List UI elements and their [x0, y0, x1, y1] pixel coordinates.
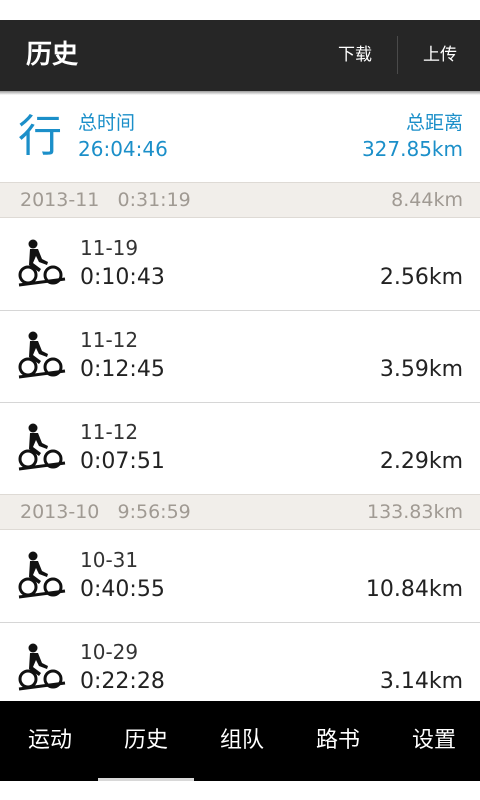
ride-distance: 2.29km — [379, 449, 463, 474]
total-time-label: 总时间 — [78, 112, 136, 134]
month-summary: 2013-11 0:31:19 — [20, 183, 191, 217]
ride-date: 11-12 — [80, 328, 139, 352]
tab-routebook[interactable]: 路书 — [290, 701, 386, 781]
status-bar — [0, 0, 480, 20]
ride-date: 11-19 — [80, 236, 139, 260]
month-distance: 8.44km — [391, 189, 463, 211]
month-header: 2013-10 9:56:59 133.83km — [0, 494, 480, 530]
list-item[interactable]: 11-19 0:10:43 2.56km — [0, 219, 480, 311]
ride-duration: 0:22:28 — [80, 669, 165, 694]
ride-date: 11-12 — [80, 420, 139, 444]
ride-date: 10-29 — [80, 640, 139, 664]
bicycle-icon — [18, 331, 66, 379]
month-header: 2013-11 0:31:19 8.44km — [0, 182, 480, 218]
month-time: 0:31:19 — [117, 189, 191, 211]
list-item[interactable]: 11-12 0:07:51 2.29km — [0, 403, 480, 495]
ride-duration: 0:07:51 — [80, 449, 165, 474]
month-time: 9:56:59 — [117, 501, 191, 523]
bottom-nav: 运动 历史 组队 路书 设置 — [0, 701, 480, 781]
screen-bottom — [0, 781, 480, 800]
list-item[interactable]: 11-12 0:12:45 3.59km — [0, 311, 480, 403]
month-label: 2013-10 — [20, 501, 100, 523]
month-label: 2013-11 — [20, 189, 100, 211]
page-title: 历史 — [26, 40, 79, 70]
summary-panel: 行 总时间 26:04:46 总距离 327.85km — [0, 95, 480, 182]
toolbar-divider — [397, 36, 398, 74]
ride-duration: 0:10:43 — [80, 265, 165, 290]
ride-distance: 3.14km — [379, 669, 463, 694]
ride-duration: 0:40:55 — [80, 577, 165, 602]
bicycle-icon — [18, 239, 66, 287]
download-button[interactable]: 下载 — [338, 20, 372, 91]
tab-history[interactable]: 历史 — [98, 701, 194, 781]
ride-distance: 2.56km — [379, 265, 463, 290]
upload-button[interactable]: 上传 — [423, 20, 457, 91]
month-summary: 2013-10 9:56:59 — [20, 495, 191, 529]
tab-sport[interactable]: 运动 — [2, 701, 98, 781]
bicycle-icon — [18, 643, 66, 691]
tab-team[interactable]: 组队 — [194, 701, 290, 781]
ride-date: 10-31 — [80, 548, 139, 572]
total-time-value: 26:04:46 — [78, 137, 168, 161]
bicycle-icon — [18, 423, 66, 471]
top-app-bar: 历史 下载 上传 — [0, 20, 480, 91]
list-item[interactable]: 10-31 0:40:55 10.84km — [0, 531, 480, 623]
total-distance-label: 总距离 — [405, 112, 463, 134]
month-distance: 133.83km — [367, 501, 463, 523]
total-distance-value: 327.85km — [361, 137, 463, 161]
ride-duration: 0:12:45 — [80, 357, 165, 382]
tab-settings[interactable]: 设置 — [386, 701, 480, 781]
ride-distance: 10.84km — [365, 577, 463, 602]
activity-mode-glyph: 行 — [18, 111, 62, 162]
bicycle-icon — [18, 551, 66, 599]
ride-distance: 3.59km — [379, 357, 463, 382]
